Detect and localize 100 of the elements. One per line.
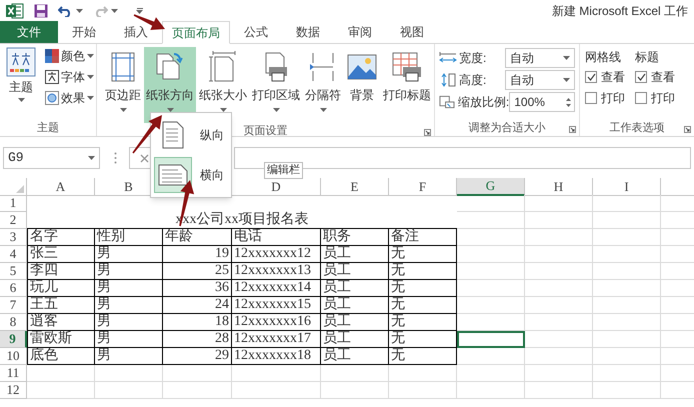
theme-option-button[interactable]: 效果 — [45, 89, 94, 107]
grid-cell[interactable] — [525, 348, 593, 365]
grid-cell[interactable] — [457, 280, 525, 297]
spin-up-icon[interactable] — [566, 98, 571, 100]
column-header[interactable]: H — [525, 178, 593, 196]
grid-cell[interactable] — [525, 280, 593, 297]
caret-icon[interactable] — [76, 9, 83, 13]
caret-icon[interactable] — [111, 9, 118, 13]
ribbon-tab[interactable]: 页面布局 — [162, 21, 230, 44]
column-header[interactable]: G — [457, 178, 525, 196]
grid-cell[interactable] — [525, 246, 593, 263]
checkbox[interactable]: 打印 — [635, 89, 675, 106]
column-header[interactable]: A — [27, 178, 95, 196]
grid-cell[interactable] — [457, 382, 525, 399]
caret-icon[interactable] — [18, 98, 24, 102]
grid-cell[interactable] — [95, 382, 163, 399]
grid-cell[interactable] — [389, 382, 457, 399]
caret-icon[interactable] — [88, 156, 95, 160]
grid-cell[interactable] — [163, 365, 232, 382]
grid-cell[interactable] — [457, 297, 525, 314]
row-header[interactable]: 11 — [0, 365, 27, 382]
grid-cell[interactable] — [27, 365, 95, 382]
theme-option-button[interactable]: 字体 — [45, 68, 94, 86]
caret-icon[interactable] — [272, 108, 280, 112]
caret-icon[interactable] — [87, 96, 94, 100]
grid-cell[interactable] — [593, 280, 661, 297]
column-header[interactable]: I — [593, 178, 661, 196]
grid-cell[interactable] — [457, 195, 525, 212]
grid-cell[interactable] — [457, 348, 525, 365]
row-header[interactable]: 9 — [0, 331, 27, 348]
grid-cell[interactable] — [525, 297, 593, 314]
dialog-launcher-icon[interactable] — [424, 129, 431, 136]
grid-cell[interactable] — [525, 229, 593, 246]
grid-cell[interactable] — [95, 365, 163, 382]
grid-cell[interactable] — [593, 263, 661, 280]
grid-cell[interactable] — [321, 382, 389, 399]
name-box[interactable]: G9 — [3, 147, 100, 169]
caret-icon[interactable] — [563, 56, 570, 60]
selected-cell[interactable] — [457, 331, 525, 348]
page-setup-button[interactable]: 打印标题 — [381, 47, 433, 123]
file-tab[interactable]: 文件 — [0, 21, 58, 43]
checkbox[interactable]: 查看 — [585, 68, 625, 85]
undo-icon[interactable] — [58, 5, 73, 17]
grid-cell[interactable] — [457, 246, 525, 263]
grid-cell[interactable] — [457, 314, 525, 331]
ribbon-tab[interactable]: 数据 — [282, 21, 334, 43]
row-header[interactable]: 6 — [0, 280, 27, 297]
grid-cell[interactable] — [525, 382, 593, 399]
grid-cell[interactable] — [593, 331, 661, 348]
save-icon[interactable] — [34, 4, 48, 18]
spin-field[interactable]: 100% — [509, 92, 575, 112]
column-header[interactable]: E — [321, 178, 389, 196]
grid-cell[interactable] — [389, 365, 457, 382]
row-header[interactable]: 7 — [0, 297, 27, 314]
themes-button[interactable]: 主题 — [4, 47, 38, 120]
dropdown-field[interactable]: 自动 — [505, 70, 575, 90]
grid-cell[interactable] — [321, 365, 389, 382]
page-setup-button[interactable]: 背景 — [344, 47, 380, 123]
grid-cell[interactable] — [593, 314, 661, 331]
grid-cell[interactable] — [457, 263, 525, 280]
grid-cell[interactable] — [163, 382, 232, 399]
grid-cell[interactable] — [525, 331, 593, 348]
row-header[interactable]: 5 — [0, 263, 27, 280]
checkbox[interactable]: 查看 — [635, 68, 675, 85]
cancel-icon[interactable] — [140, 154, 149, 162]
row-header[interactable]: 4 — [0, 246, 27, 263]
caret-icon[interactable] — [563, 78, 570, 82]
select-all-corner[interactable] — [0, 178, 27, 196]
grid-cell[interactable] — [525, 195, 593, 212]
ribbon-tab[interactable]: 开始 — [58, 21, 110, 43]
grid-cell[interactable] — [27, 382, 95, 399]
spin-down-icon[interactable] — [566, 104, 571, 106]
grid-cell[interactable] — [593, 365, 661, 382]
grid-cell[interactable] — [457, 212, 525, 229]
grid-cell[interactable] — [525, 365, 593, 382]
caret-icon[interactable] — [320, 108, 326, 112]
row-header[interactable]: 3 — [0, 229, 27, 246]
grid-cell[interactable] — [457, 365, 525, 382]
dropdown-field[interactable]: 自动 — [505, 48, 575, 68]
grid-cell[interactable] — [232, 365, 321, 382]
row-header[interactable]: 10 — [0, 348, 27, 365]
grid-cell[interactable] — [525, 314, 593, 331]
grid-cell[interactable] — [593, 382, 661, 399]
page-setup-button[interactable]: 分隔符 — [303, 47, 343, 123]
row-header[interactable]: 2 — [0, 212, 27, 229]
page-setup-button[interactable]: 打印区域 — [250, 47, 302, 123]
row-header[interactable]: 1 — [0, 195, 27, 212]
grid-cell[interactable] — [593, 229, 661, 246]
ribbon-tab[interactable]: 公式 — [230, 21, 282, 43]
grid-cell[interactable] — [525, 263, 593, 280]
grid-cell[interactable] — [593, 297, 661, 314]
grid-cell[interactable] — [593, 348, 661, 365]
grid-cell[interactable] — [593, 195, 661, 212]
dialog-launcher-icon[interactable] — [684, 126, 691, 133]
grid-cell[interactable] — [593, 212, 661, 229]
dialog-launcher-icon[interactable] — [569, 126, 576, 133]
grid-cell[interactable] — [593, 246, 661, 263]
caret-icon[interactable] — [87, 54, 94, 58]
grid-cell[interactable] — [525, 212, 593, 229]
row-header[interactable]: 12 — [0, 382, 27, 399]
